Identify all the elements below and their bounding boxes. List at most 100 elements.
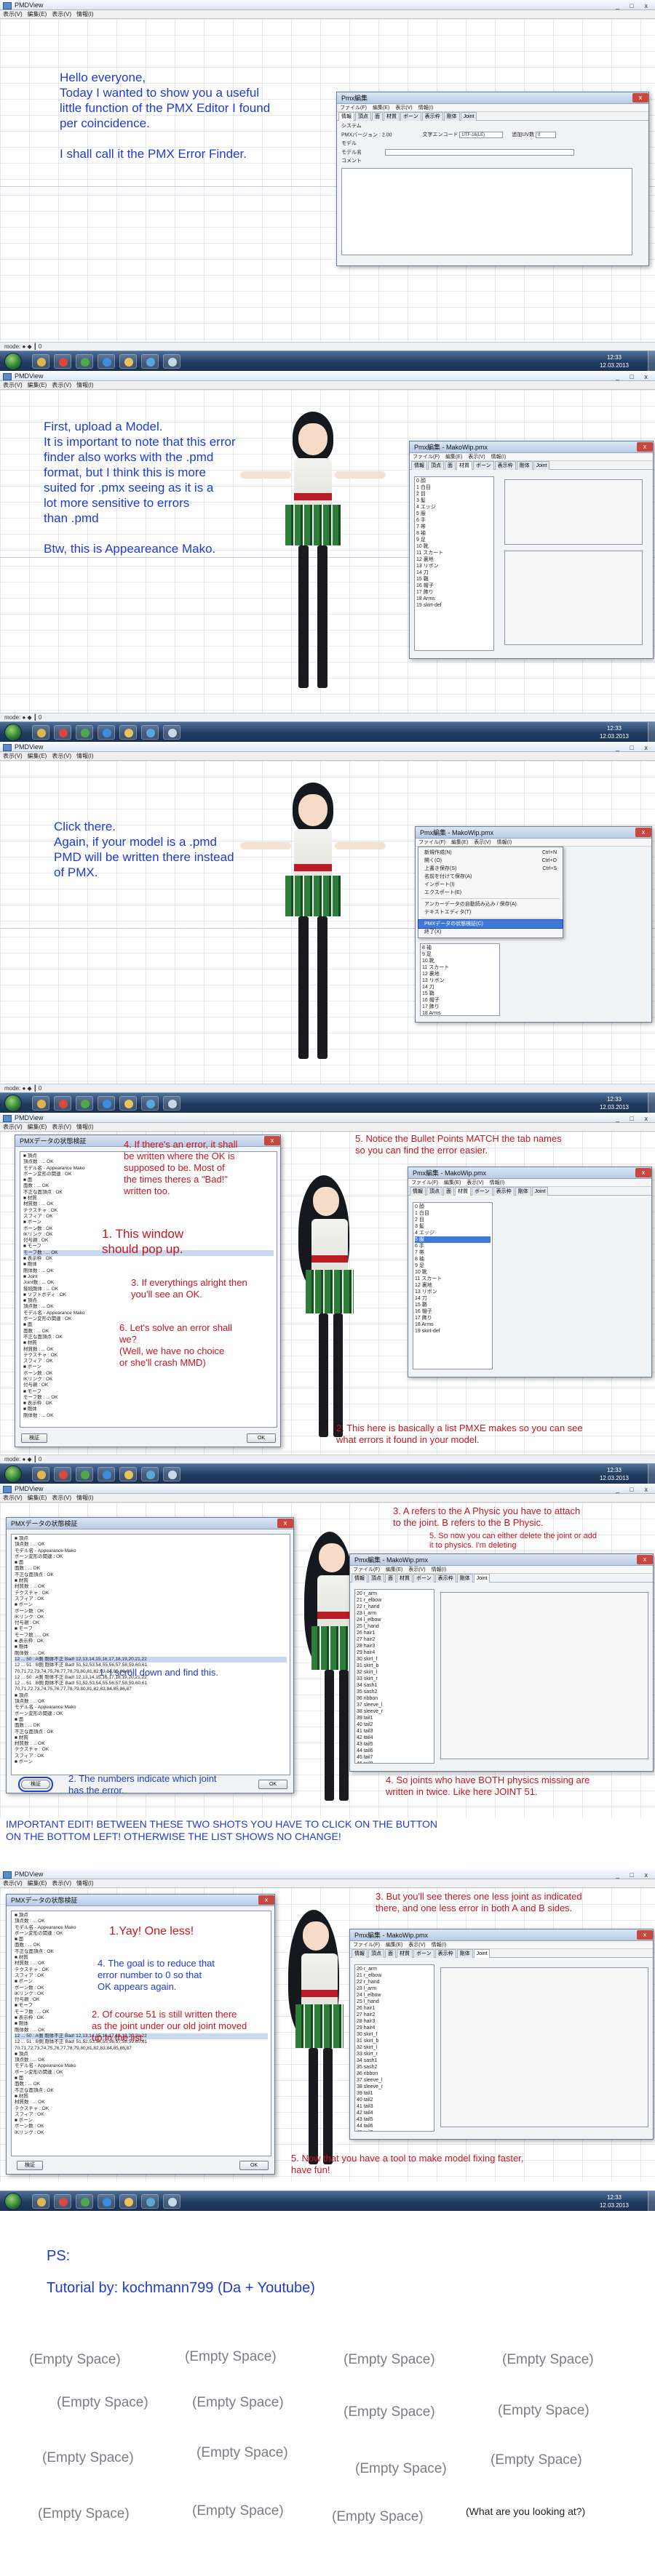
joint-list-item[interactable]: 39 tail1 [357, 1715, 432, 1721]
pmx-icon[interactable] [141, 1096, 159, 1111]
material-list-item[interactable]: 19 skirt-def [415, 1328, 491, 1335]
joint-list-item[interactable]: 21 r_elbow [357, 1972, 432, 1979]
menu-view[interactable]: 表示(V) [3, 382, 23, 388]
tab-display[interactable]: 表示枠 [494, 461, 516, 470]
material-list[interactable]: 0 顔1 白目 2 目3 髪4 エッジ 5 服6 手7 帯8 袖9 足 10 靴 11 … [413, 1202, 493, 1369]
file-menu-item[interactable]: インポート(I) [418, 881, 563, 889]
menu-info[interactable]: 情報(I) [76, 1495, 94, 1501]
material-list-item[interactable]: 17 飾り [415, 1315, 491, 1321]
joint-list-item[interactable]: 37 sleeve_l [357, 1702, 432, 1708]
folder-icon[interactable] [119, 1467, 137, 1481]
material-list-item[interactable]: 0 顔 [415, 1204, 491, 1210]
joint-list-item[interactable]: 46 tail8 [357, 1761, 432, 1763]
joint-list-item[interactable]: 34 sash1 [357, 2057, 432, 2064]
tab-vertex[interactable]: 頂点 [426, 1187, 442, 1196]
menu-display[interactable]: 表示(V) [52, 11, 71, 17]
menu-info[interactable]: 情報(I) [432, 1567, 447, 1572]
material-list-item[interactable]: 8 袖 [415, 1256, 491, 1263]
tab-info[interactable]: 情報 [410, 1187, 426, 1196]
pmx-icon[interactable] [141, 725, 159, 740]
tab-face[interactable]: 面 [372, 112, 383, 121]
joint-list-item[interactable]: 28 hair3 [357, 2018, 432, 2025]
mmd-icon[interactable] [163, 2194, 180, 2209]
menu-file[interactable]: ファイル(F) [353, 1943, 380, 1948]
joint-list-item[interactable]: 20 r_arm [357, 1966, 432, 1972]
joint-list-item[interactable]: 26 hair1 [357, 2005, 432, 2012]
material-list-item[interactable]: 11 スカート [416, 550, 492, 556]
tab-info[interactable]: 情報 [411, 461, 427, 470]
material-list-item[interactable]: 14 刀 [422, 984, 498, 991]
chrome-icon[interactable] [76, 2194, 93, 2209]
joint-list-item[interactable]: 22 r_hand [357, 1979, 432, 1985]
material-list-item[interactable]: 13 リボン [415, 1289, 491, 1295]
file-menu-item[interactable]: PMXデータの状態検証(C) [418, 919, 563, 929]
ie-icon[interactable] [98, 354, 115, 369]
joint-list-item[interactable]: 29 hair4 [357, 1649, 432, 1656]
media-icon[interactable] [54, 1096, 71, 1111]
mmd-icon[interactable] [163, 1096, 180, 1111]
joint-list-item[interactable]: 35 sash2 [357, 2064, 432, 2071]
material-list-item[interactable]: 12 裏地 [416, 556, 492, 563]
model-name-field[interactable] [384, 149, 574, 156]
tab-bone[interactable]: ボーン [473, 461, 494, 470]
joint-list-item[interactable]: 41 tail3 [357, 1728, 432, 1735]
menu-edit[interactable]: 編集(E) [28, 1880, 47, 1887]
3d-viewport[interactable]: Click there. Again, if your model is a .… [0, 761, 655, 1084]
menu-display[interactable]: 表示(V) [52, 1880, 71, 1887]
menu-view[interactable]: 表示(V) [467, 1180, 483, 1185]
chrome-icon[interactable] [76, 1096, 93, 1111]
mmd-icon[interactable] [163, 354, 180, 369]
window-controls[interactable]: _ □ x [616, 743, 652, 753]
menu-file[interactable]: ファイル(F) [418, 840, 445, 845]
material-list-item[interactable]: 2 目 [415, 1217, 491, 1223]
material-list-item[interactable]: 8 袖 [422, 945, 498, 951]
window-controls[interactable]: _ □ x [616, 1484, 652, 1495]
material-list-item[interactable]: 13 リボン [422, 977, 498, 984]
menu-view[interactable]: 表示(V) [3, 1124, 23, 1130]
material-list-item[interactable]: 13 リボン [416, 563, 492, 569]
pmx-icon[interactable] [141, 354, 159, 369]
joint-list-item[interactable]: 24 l_elbow [357, 1617, 432, 1623]
show-desktop-button[interactable] [648, 1093, 655, 1113]
menu-file[interactable]: ファイル(F) [353, 1567, 380, 1572]
material-list-item[interactable]: 9 足 [416, 537, 492, 543]
material-list-item[interactable]: 18 Arms [422, 1010, 498, 1015]
material-list-item[interactable]: 7 帯 [416, 524, 492, 530]
material-list-item[interactable]: 18 Arms [415, 1321, 491, 1328]
show-desktop-button[interactable] [648, 2191, 655, 2211]
menu-info[interactable]: 情報(I) [76, 382, 94, 388]
clock[interactable]: 12:33 12.03.2013 [600, 353, 629, 369]
material-list-item[interactable]: 4 エッジ [416, 504, 492, 511]
chrome-icon[interactable] [76, 354, 93, 369]
tab-face[interactable]: 面 [385, 1574, 396, 1583]
joint-list-item[interactable]: 40 tail2 [357, 1721, 432, 1728]
menu-file[interactable]: ファイル(F) [413, 455, 440, 460]
material-list-item[interactable]: 12 裏地 [422, 971, 498, 977]
menu-display[interactable]: 表示(V) [52, 1495, 71, 1501]
material-list-item[interactable]: 18 Arms [416, 596, 492, 602]
encoding-select[interactable]: UTF-16(LE) [459, 132, 504, 138]
menu-view[interactable]: 表示(V) [395, 105, 412, 111]
material-list-item[interactable]: 6 手 [415, 1243, 491, 1249]
tab-material[interactable]: 材質 [384, 112, 400, 121]
joint-list-item[interactable]: 21 r_elbow [357, 1597, 432, 1604]
clock[interactable]: 12:33 12.03.2013 [600, 724, 629, 740]
folder-icon[interactable] [119, 354, 137, 369]
ie-icon[interactable] [98, 1096, 115, 1111]
tab-vertex[interactable]: 頂点 [355, 112, 371, 121]
joint-list-item[interactable]: 26 hair1 [357, 1630, 432, 1636]
tab-rigid[interactable]: 剛体 [516, 461, 533, 470]
menu-file[interactable]: ファイル(F) [340, 105, 367, 111]
joint-list[interactable]: 20 r_arm 21 r_elbow 22 r_hand 23 l_arm 24 l_… [354, 1964, 434, 2132]
material-list-item[interactable]: 17 飾り [422, 1004, 498, 1010]
material-list-item[interactable]: 6 手 [416, 517, 492, 524]
folder-icon[interactable] [119, 1096, 137, 1111]
start-button[interactable] [4, 724, 22, 741]
media-icon[interactable] [54, 1467, 71, 1481]
media-icon[interactable] [54, 725, 71, 740]
joint-list-item[interactable]: 38 sleeve_r [357, 1708, 432, 1715]
joint-list-item[interactable]: 36 ribbon [357, 2071, 432, 2077]
menu-info[interactable]: 情報(I) [497, 840, 512, 845]
explorer-icon[interactable] [32, 725, 49, 740]
tab-joint[interactable]: Joint [460, 112, 477, 121]
